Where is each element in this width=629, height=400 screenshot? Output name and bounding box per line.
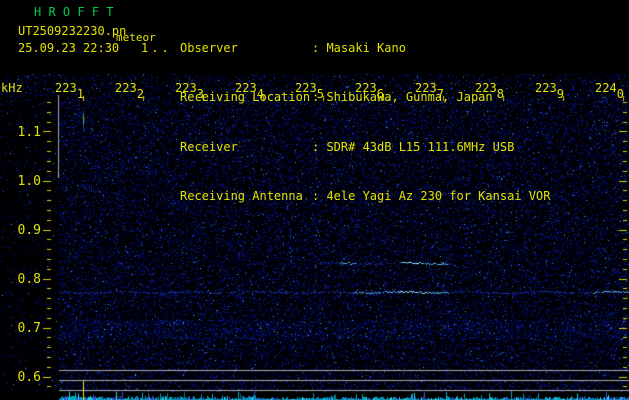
freq-label: 0.7: [1, 321, 41, 336]
freq-axis-unit: kHz: [1, 81, 23, 95]
meta-label: Receiving Antenna: [180, 191, 312, 202]
datetime-label: 25.09.23 22:30: [18, 41, 119, 55]
freq-label: 0.6: [1, 370, 41, 385]
time-label: 2233: [175, 81, 204, 95]
freq-label: 1.0: [1, 174, 41, 189]
time-label: 2240: [595, 81, 624, 95]
app-title: H R O F F T: [34, 5, 113, 19]
time-label: 2238: [475, 81, 504, 95]
freq-label: 0.9: [1, 223, 41, 238]
time-label: 2234: [235, 81, 264, 95]
station-meta: Observer: Masaki Kano Receiving Location…: [180, 5, 550, 241]
time-label: 2237: [415, 81, 444, 95]
time-label: 2231: [55, 81, 84, 95]
meta-row-observer: Observer: Masaki Kano: [180, 43, 550, 54]
meta-row-receiver: Receiver: SDR# 43dB L15 111.6MHz USB: [180, 142, 550, 153]
meta-label: Receiver: [180, 142, 312, 153]
freq-label: 0.8: [1, 272, 41, 287]
meta-value: : Masaki Kano: [312, 41, 406, 55]
meta-value: : Shibukawa, Gunma, Japan: [312, 90, 493, 104]
filename-label: UT2509232230.pn: [18, 24, 126, 38]
meta-row-antenna: Receiving Antenna: 4ele Yagi Az 230 for …: [180, 191, 550, 202]
time-label: 2235: [295, 81, 324, 95]
time-label: 2236: [355, 81, 384, 95]
meta-value: : SDR# 43dB L15 111.6MHz USB: [312, 140, 514, 154]
meta-value: : 4ele Yagi Az 230 for Kansai VOR: [312, 189, 550, 203]
hrofft-screen: H R O F F T UT2509232230.pn meteor 25.09…: [0, 0, 629, 400]
meta-label: Observer: [180, 43, 312, 54]
time-label: 2232: [115, 81, 144, 95]
echo-count-label: 1..: [141, 41, 172, 55]
freq-label: 1.1: [1, 125, 41, 140]
time-label: 2239: [535, 81, 564, 95]
